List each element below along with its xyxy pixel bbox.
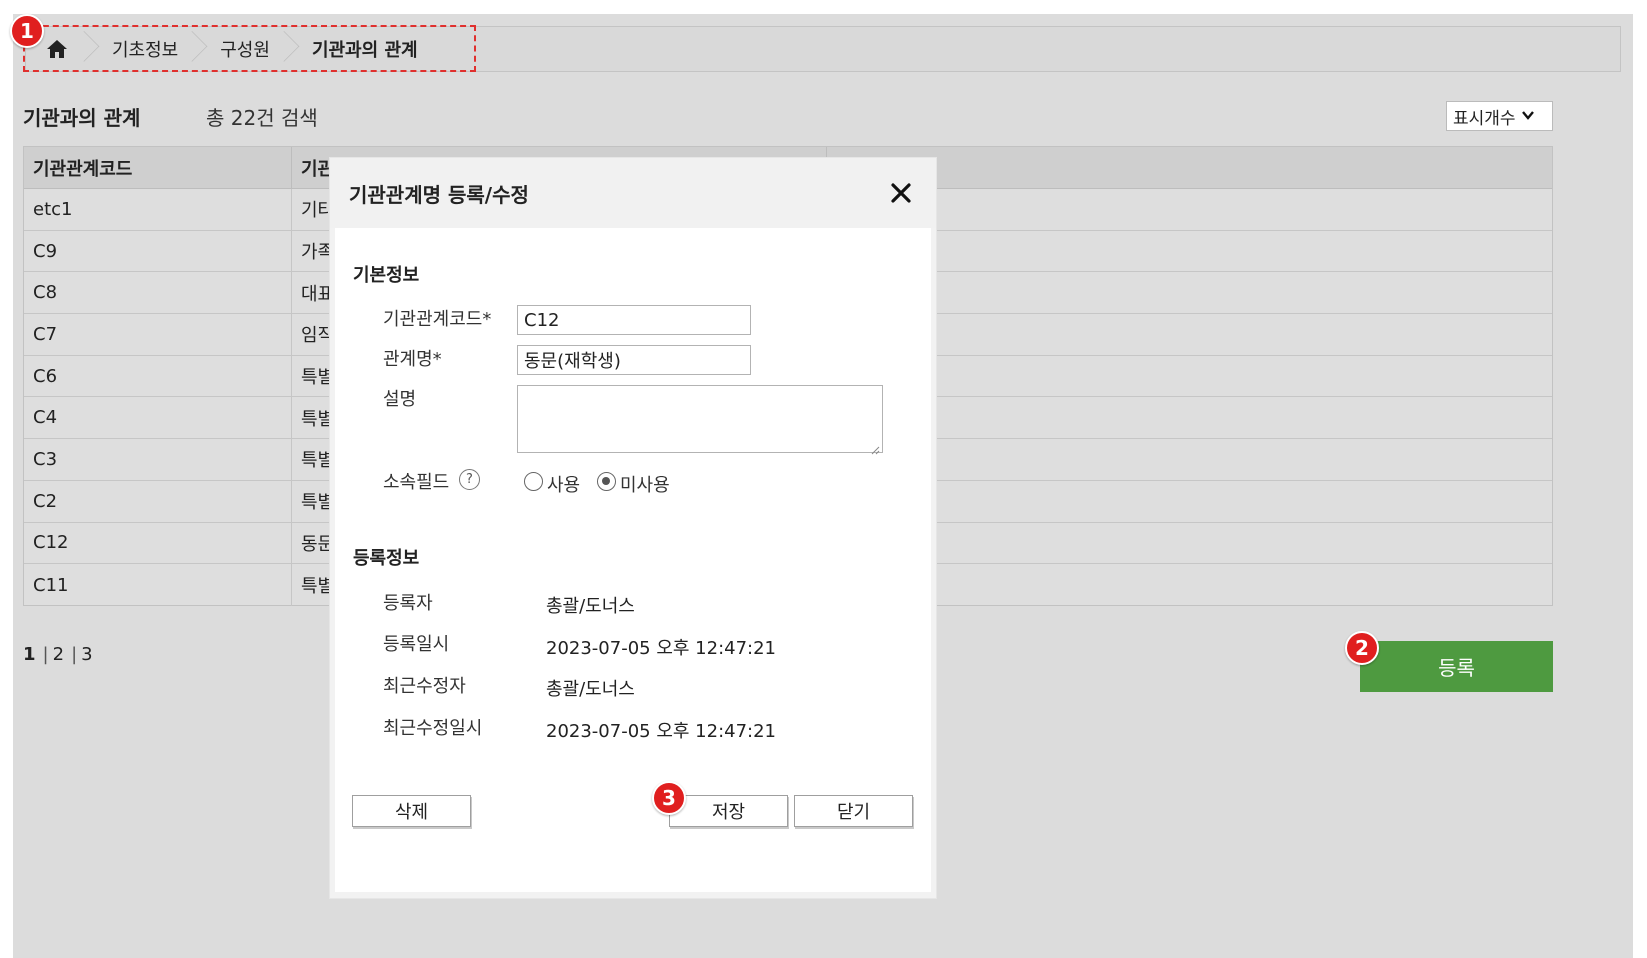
affiliation-field-label: 소속필드 — [383, 472, 450, 493]
cell-code: C9 — [24, 230, 292, 272]
pagination-divider: | — [71, 644, 78, 665]
page-link-1[interactable]: 1 — [23, 644, 36, 665]
radio-unused[interactable] — [597, 472, 616, 491]
page-title: 기관과의 관계 — [23, 106, 141, 130]
breadcrumb-highlight — [23, 25, 476, 72]
dialog-header: 기관관계명 등록/수정 — [330, 158, 936, 228]
basic-info-section-title: 기본정보 — [353, 265, 420, 286]
close-icon[interactable] — [888, 180, 914, 206]
relation-edit-dialog: 기관관계명 등록/수정 기본정보 기관관계코드* 관계명* 설명 소속필드 ? … — [330, 158, 936, 898]
pagination-divider: | — [42, 644, 49, 665]
register-button[interactable]: 등록 — [1360, 641, 1553, 692]
save-button[interactable]: 저장 — [669, 795, 788, 827]
cell-code: C6 — [24, 355, 292, 397]
close-button[interactable]: 닫기 — [794, 795, 913, 827]
pagination: 1 | 2 | 3 — [23, 644, 96, 665]
cell-code: C2 — [24, 480, 292, 522]
dialog-body: 기본정보 기관관계코드* 관계명* 설명 소속필드 ? 사용 미사용 등록정보 … — [335, 228, 931, 892]
cell-code: C3 — [24, 439, 292, 480]
relation-name-input[interactable] — [517, 345, 751, 375]
radio-unused-label: 미사용 — [620, 475, 670, 496]
registration-info-section-title: 등록정보 — [353, 548, 420, 569]
radio-use[interactable] — [524, 472, 543, 491]
radio-use-label: 사용 — [547, 475, 581, 496]
description-label: 설명 — [383, 389, 417, 410]
description-textarea[interactable] — [517, 385, 883, 455]
page-link-3[interactable]: 3 — [81, 644, 92, 665]
annotation-badge-1: 1 — [10, 14, 44, 48]
page-link-2[interactable]: 2 — [53, 644, 64, 665]
registration-date-value: 2023-07-05 오후 12:47:21 — [546, 638, 777, 659]
display-count-label: 표시개수 — [1453, 108, 1516, 129]
code-input[interactable] — [517, 305, 751, 335]
cell-code: C8 — [24, 272, 292, 314]
delete-button[interactable]: 삭제 — [352, 795, 471, 827]
cell-code: C12 — [24, 522, 292, 564]
display-count-select[interactable]: 표시개수 — [1446, 101, 1553, 131]
annotation-badge-3: 3 — [652, 781, 686, 815]
cell-code: C11 — [24, 564, 292, 606]
code-label: 기관관계코드* — [383, 309, 492, 330]
annotation-badge-2: 2 — [1345, 631, 1379, 665]
last-modifier-label: 최근수정자 — [383, 676, 466, 697]
last-modified-date-value: 2023-07-05 오후 12:47:21 — [546, 721, 777, 742]
cell-code: etc1 — [24, 189, 292, 230]
help-icon[interactable]: ? — [459, 469, 480, 490]
dialog-title: 기관관계명 등록/수정 — [349, 182, 529, 207]
chevron-down-icon — [1521, 108, 1534, 124]
last-modifier-value: 총괄/도너스 — [546, 679, 635, 700]
column-header-code[interactable]: 기관관계코드 — [24, 147, 292, 188]
last-modified-date-label: 최근수정일시 — [383, 718, 483, 739]
registrant-label: 등록자 — [383, 593, 433, 614]
registration-date-label: 등록일시 — [383, 634, 450, 655]
resize-grip-icon[interactable] — [870, 440, 880, 455]
cell-code: C4 — [24, 397, 292, 439]
registrant-value: 총괄/도너스 — [546, 596, 635, 617]
result-count: 총 22건 검색 — [206, 106, 318, 130]
cell-code: C7 — [24, 314, 292, 355]
relation-name-label: 관계명* — [383, 349, 442, 370]
